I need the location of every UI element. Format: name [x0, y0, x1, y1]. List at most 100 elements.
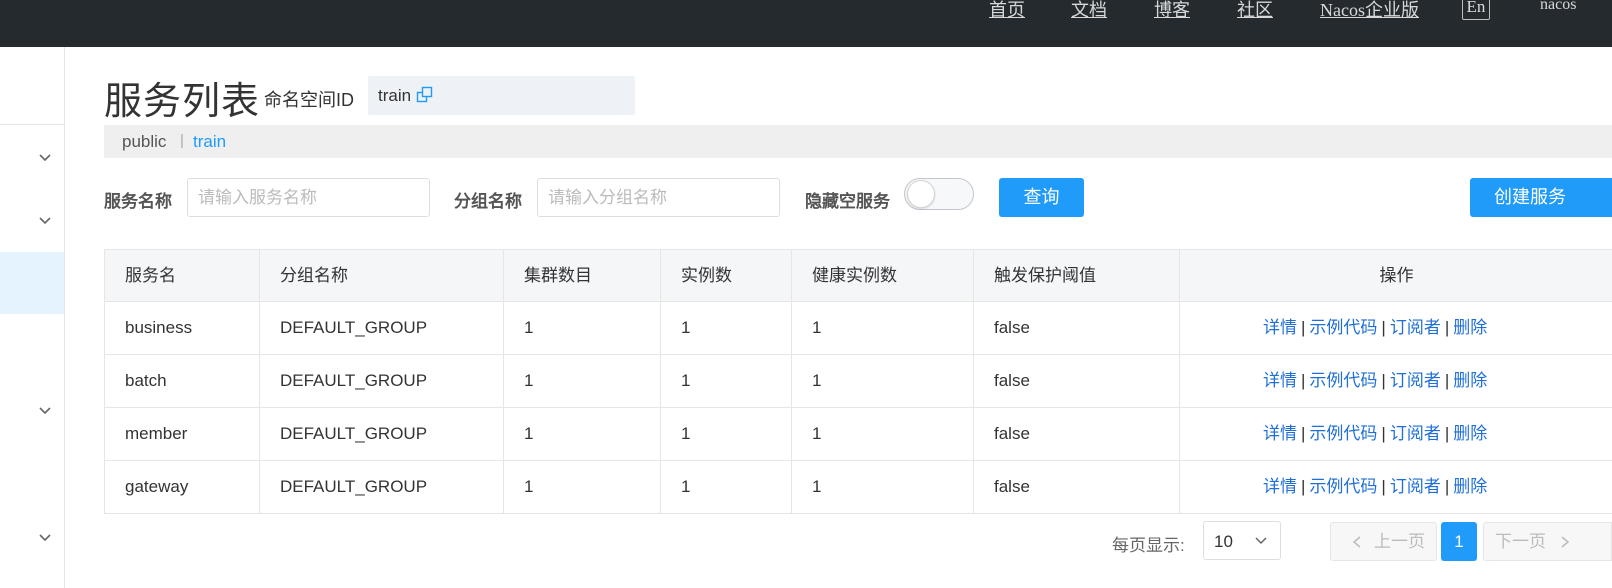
- user-menu[interactable]: nacos: [1540, 0, 1576, 14]
- action-separator: |: [1381, 318, 1386, 337]
- chevron-down-icon[interactable]: [38, 151, 52, 165]
- column-header: 实例数: [661, 250, 792, 301]
- actions-cell: 详情 | 示例代码 | 订阅者 | 删除: [1180, 408, 1612, 460]
- protect-threshold-cell: false: [974, 355, 1180, 407]
- column-header: 服务名: [105, 250, 260, 301]
- protect-threshold-cell: false: [974, 302, 1180, 354]
- action-separator: |: [1444, 477, 1450, 496]
- actions-cell: 详情 | 示例代码 | 订阅者 | 删除: [1180, 355, 1612, 407]
- subscribers-link[interactable]: 订阅者: [1390, 477, 1441, 496]
- namespace-id-box: train: [368, 76, 635, 115]
- detail-link[interactable]: 详情: [1263, 477, 1297, 496]
- namespace-public[interactable]: public: [122, 132, 166, 152]
- action-separator: |: [1381, 371, 1386, 390]
- subscribers-link[interactable]: 订阅者: [1390, 424, 1441, 443]
- group-name-cell: DEFAULT_GROUP: [260, 355, 504, 407]
- prev-page-button[interactable]: 上一页: [1330, 522, 1437, 561]
- instance-count-cell: 1: [661, 302, 792, 354]
- group-name-label: 分组名称: [454, 192, 522, 211]
- healthy-instance-cell: 1: [792, 302, 974, 354]
- table-header: 服务名 分组名称 集群数目 实例数 健康实例数 触发保护阈值 操作: [105, 250, 1612, 302]
- action-separator: |: [1301, 371, 1306, 390]
- subscribers-link[interactable]: 订阅者: [1390, 371, 1441, 390]
- delete-link[interactable]: 删除: [1453, 318, 1487, 337]
- namespace-train[interactable]: train: [193, 132, 226, 152]
- chevron-right-icon: [1561, 536, 1570, 548]
- service-name-cell: member: [105, 408, 260, 460]
- cluster-count-cell: 1: [504, 302, 661, 354]
- service-table: 服务名 分组名称 集群数目 实例数 健康实例数 触发保护阈值 操作 busine…: [104, 249, 1612, 514]
- group-name-cell: DEFAULT_GROUP: [260, 302, 504, 354]
- chevron-down-icon[interactable]: [38, 531, 52, 545]
- per-page-select[interactable]: 10: [1203, 521, 1281, 560]
- group-name-cell: DEFAULT_GROUP: [260, 408, 504, 460]
- nav-enterprise-link[interactable]: Nacos企业版: [1320, 0, 1419, 22]
- create-service-button[interactable]: 创建服务: [1470, 178, 1612, 217]
- language-switch-button[interactable]: En: [1462, 0, 1490, 20]
- namespace-id-label: 命名空间ID: [264, 90, 354, 110]
- detail-link[interactable]: 详情: [1263, 318, 1297, 337]
- column-header: 触发保护阈值: [974, 250, 1180, 301]
- action-separator: |: [1381, 424, 1386, 443]
- chevron-left-icon: [1352, 536, 1361, 548]
- copy-icon[interactable]: [416, 86, 434, 104]
- chevron-down-icon: [1255, 537, 1267, 545]
- instance-count-cell: 1: [661, 461, 792, 513]
- cluster-count-cell: 1: [504, 355, 661, 407]
- cluster-count-cell: 1: [504, 408, 661, 460]
- sidebar: [0, 47, 65, 588]
- namespace-id-value: train: [378, 86, 412, 105]
- sidebar-divider: [0, 124, 64, 125]
- nav-blog-link[interactable]: 博客: [1154, 0, 1190, 22]
- chevron-down-icon[interactable]: [38, 404, 52, 418]
- cluster-count-cell: 1: [504, 461, 661, 513]
- column-header: 操作: [1379, 266, 1414, 285]
- delete-link[interactable]: 删除: [1453, 371, 1487, 390]
- sample-code-link[interactable]: 示例代码: [1309, 477, 1377, 496]
- healthy-instance-cell: 1: [792, 408, 974, 460]
- sample-code-link[interactable]: 示例代码: [1309, 371, 1377, 390]
- nav-docs-link[interactable]: 文档: [1071, 0, 1107, 22]
- query-button[interactable]: 查询: [999, 178, 1084, 217]
- column-header: 集群数目: [504, 250, 661, 301]
- actions-cell: 详情 | 示例代码 | 订阅者 | 删除: [1180, 302, 1612, 354]
- sample-code-link[interactable]: 示例代码: [1309, 424, 1377, 443]
- service-name-cell: batch: [105, 355, 260, 407]
- top-navbar: 首页 文档 博客 社区 Nacos企业版 En nacos: [0, 0, 1612, 47]
- nav-community-link[interactable]: 社区: [1237, 0, 1273, 22]
- group-name-cell: DEFAULT_GROUP: [260, 461, 504, 513]
- service-name-input[interactable]: [187, 178, 430, 217]
- current-page-button[interactable]: 1: [1441, 522, 1477, 561]
- healthy-instance-cell: 1: [792, 355, 974, 407]
- hide-empty-toggle[interactable]: [904, 178, 974, 210]
- delete-link[interactable]: 删除: [1453, 424, 1487, 443]
- actions-cell: 详情 | 示例代码 | 订阅者 | 删除: [1180, 461, 1612, 513]
- sample-code-link[interactable]: 示例代码: [1309, 318, 1377, 337]
- detail-link[interactable]: 详情: [1263, 371, 1297, 390]
- detail-link[interactable]: 详情: [1263, 424, 1297, 443]
- per-page-value: 10: [1214, 532, 1233, 551]
- per-page-label: 每页显示:: [1112, 536, 1185, 555]
- hide-empty-label: 隐藏空服务: [805, 192, 890, 211]
- subscribers-link[interactable]: 订阅者: [1390, 318, 1441, 337]
- sidebar-item-active[interactable]: [0, 252, 64, 314]
- nav-home-link[interactable]: 首页: [989, 0, 1025, 22]
- page-title: 服务列表: [104, 81, 261, 123]
- toggle-knob: [907, 180, 935, 208]
- delete-link[interactable]: 删除: [1453, 477, 1487, 496]
- column-header: 分组名称: [260, 250, 504, 301]
- action-separator: |: [1301, 318, 1306, 337]
- next-page-button[interactable]: 下一页: [1483, 522, 1612, 561]
- action-separator: |: [1301, 477, 1306, 496]
- action-separator: |: [1381, 477, 1386, 496]
- namespace-switcher: public | train: [104, 125, 1612, 158]
- prev-page-label: 上一页: [1374, 532, 1425, 551]
- namespace-separator: |: [180, 132, 184, 149]
- table-row: business DEFAULT_GROUP 1 1 1 false 详情 | 示例…: [105, 302, 1612, 355]
- table-row: batch DEFAULT_GROUP 1 1 1 false 详情 | 示例代码 |…: [105, 355, 1612, 408]
- protect-threshold-cell: false: [974, 408, 1180, 460]
- group-name-input[interactable]: [537, 178, 780, 217]
- healthy-instance-cell: 1: [792, 461, 974, 513]
- chevron-down-icon[interactable]: [38, 214, 52, 228]
- table-row: gateway DEFAULT_GROUP 1 1 1 false 详情 | 示例代…: [105, 461, 1612, 514]
